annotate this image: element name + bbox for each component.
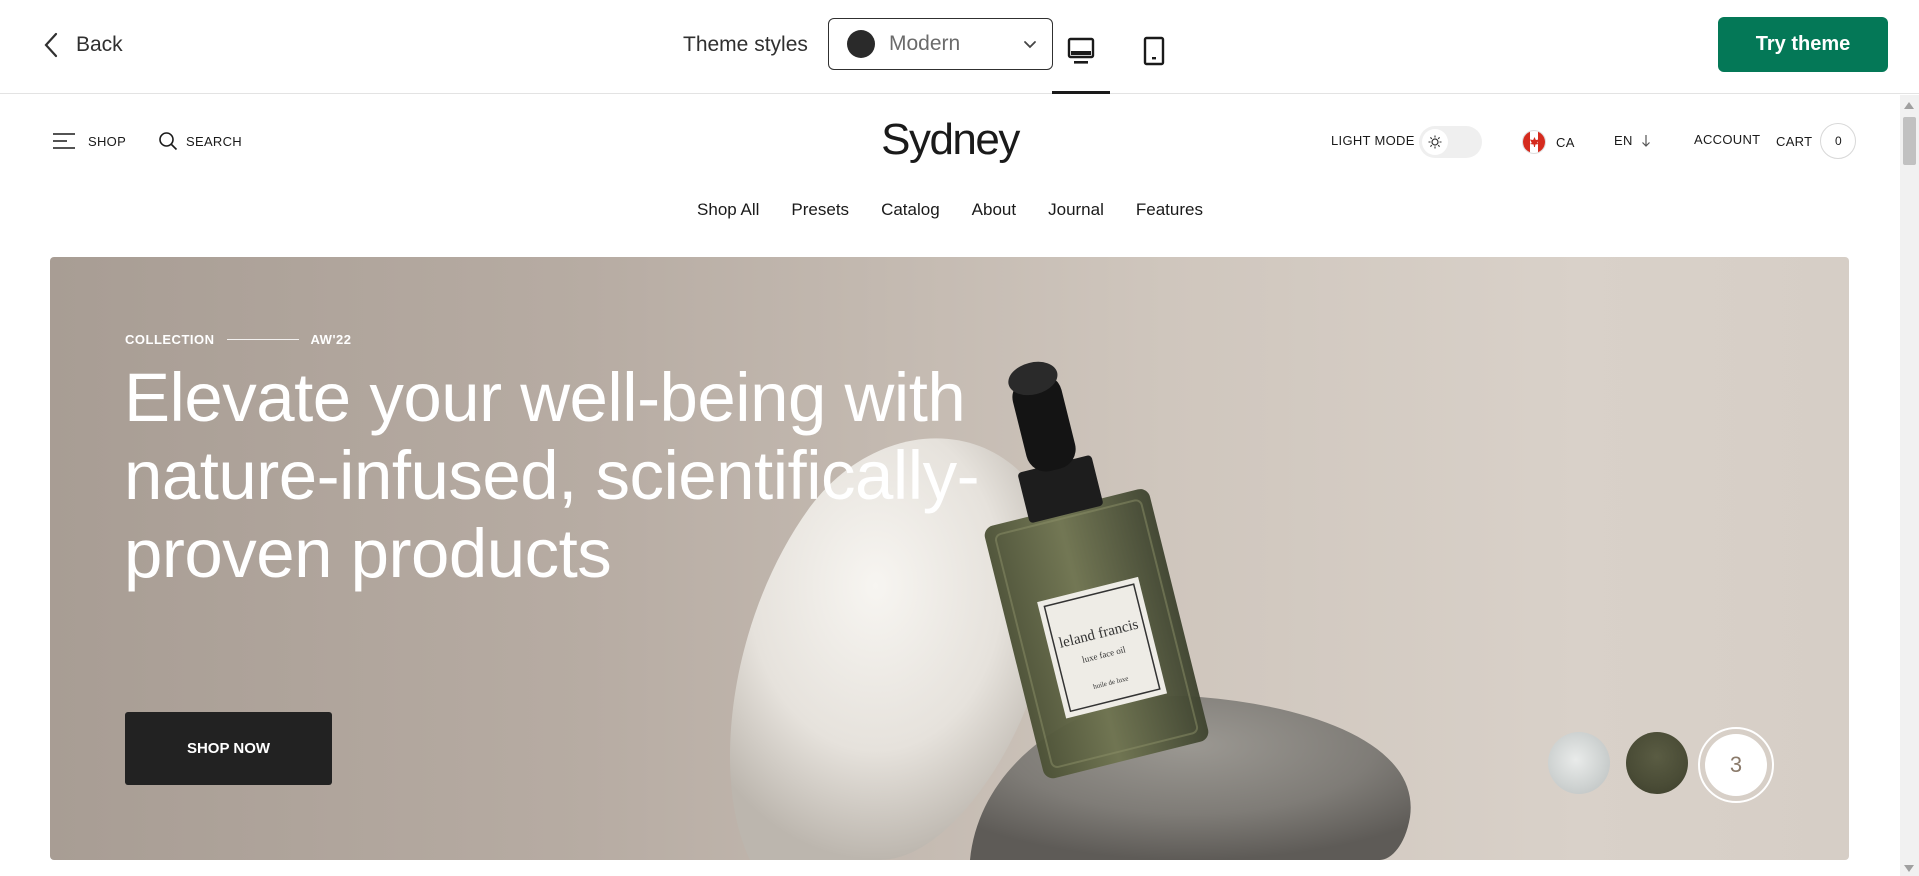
scroll-down-arrow-icon[interactable] [1904,865,1914,872]
preview-scrollbar[interactable] [1900,95,1919,876]
scroll-up-arrow-icon[interactable] [1904,102,1914,109]
hero-banner: leland francis luxe face oil huile de lu… [50,257,1849,860]
theme-style-select[interactable]: Modern [828,18,1053,70]
nav-about[interactable]: About [972,200,1016,220]
shop-now-button[interactable]: SHOP NOW [125,712,332,785]
main-navigation: Shop All Presets Catalog About Journal F… [0,200,1900,220]
country-selector[interactable]: CA [1522,130,1575,154]
chevron-down-icon [1024,41,1036,49]
nav-catalog[interactable]: Catalog [881,200,940,220]
store-header: SHOP SEARCH Sydney LIGHT MODE CA EN ACCO… [0,95,1900,185]
sun-icon [1428,135,1442,149]
arrow-down-icon [1641,134,1650,147]
cart-label: CART [1776,133,1813,149]
scrollbar-thumb[interactable] [1903,117,1916,165]
nav-journal[interactable]: Journal [1048,200,1104,220]
hero-title: Elevate your well-being with nature-infu… [124,359,980,592]
nav-shop-all[interactable]: Shop All [697,200,759,220]
light-mode-label: LIGHT MODE [1331,133,1415,148]
chevron-left-icon [44,32,58,58]
hero-kicker: COLLECTION AW'22 [125,332,352,347]
account-link[interactable]: ACCOUNT [1694,132,1760,147]
nav-presets[interactable]: Presets [791,200,849,220]
theme-styles-label: Theme styles [683,33,808,56]
nav-features[interactable]: Features [1136,200,1203,220]
light-mode-toggle[interactable] [1419,126,1482,158]
desktop-icon [1067,37,1095,64]
toggle-knob [1422,129,1448,155]
editor-topbar: Back Theme styles Modern Try theme [0,0,1919,94]
mobile-icon [1143,36,1165,66]
theme-color-swatch [847,30,875,58]
kicker-divider [226,339,299,340]
cart-button[interactable]: CART 0 [1776,123,1857,159]
canada-flag-icon [1522,130,1546,154]
cart-count-badge: 0 [1820,123,1857,159]
try-theme-button[interactable]: Try theme [1718,17,1888,72]
slide-number: 3 [1705,734,1767,796]
desktop-view-button[interactable] [1052,20,1110,94]
theme-select-value: Modern [889,32,961,55]
back-button[interactable]: Back [40,30,123,60]
country-code: CA [1556,134,1575,150]
language-selector[interactable]: EN [1614,133,1651,148]
slide-thumbnail-2[interactable] [1626,732,1688,794]
slide-thumbnail-1[interactable] [1548,732,1610,794]
kicker-collection: COLLECTION [125,332,215,347]
slide-indicator-active[interactable]: 3 [1698,727,1774,803]
mobile-view-button[interactable] [1128,20,1180,94]
back-label: Back [76,33,123,56]
kicker-season: AW'22 [310,332,352,347]
store-preview: SHOP SEARCH Sydney LIGHT MODE CA EN ACCO… [0,95,1900,876]
language-code: EN [1614,133,1633,148]
